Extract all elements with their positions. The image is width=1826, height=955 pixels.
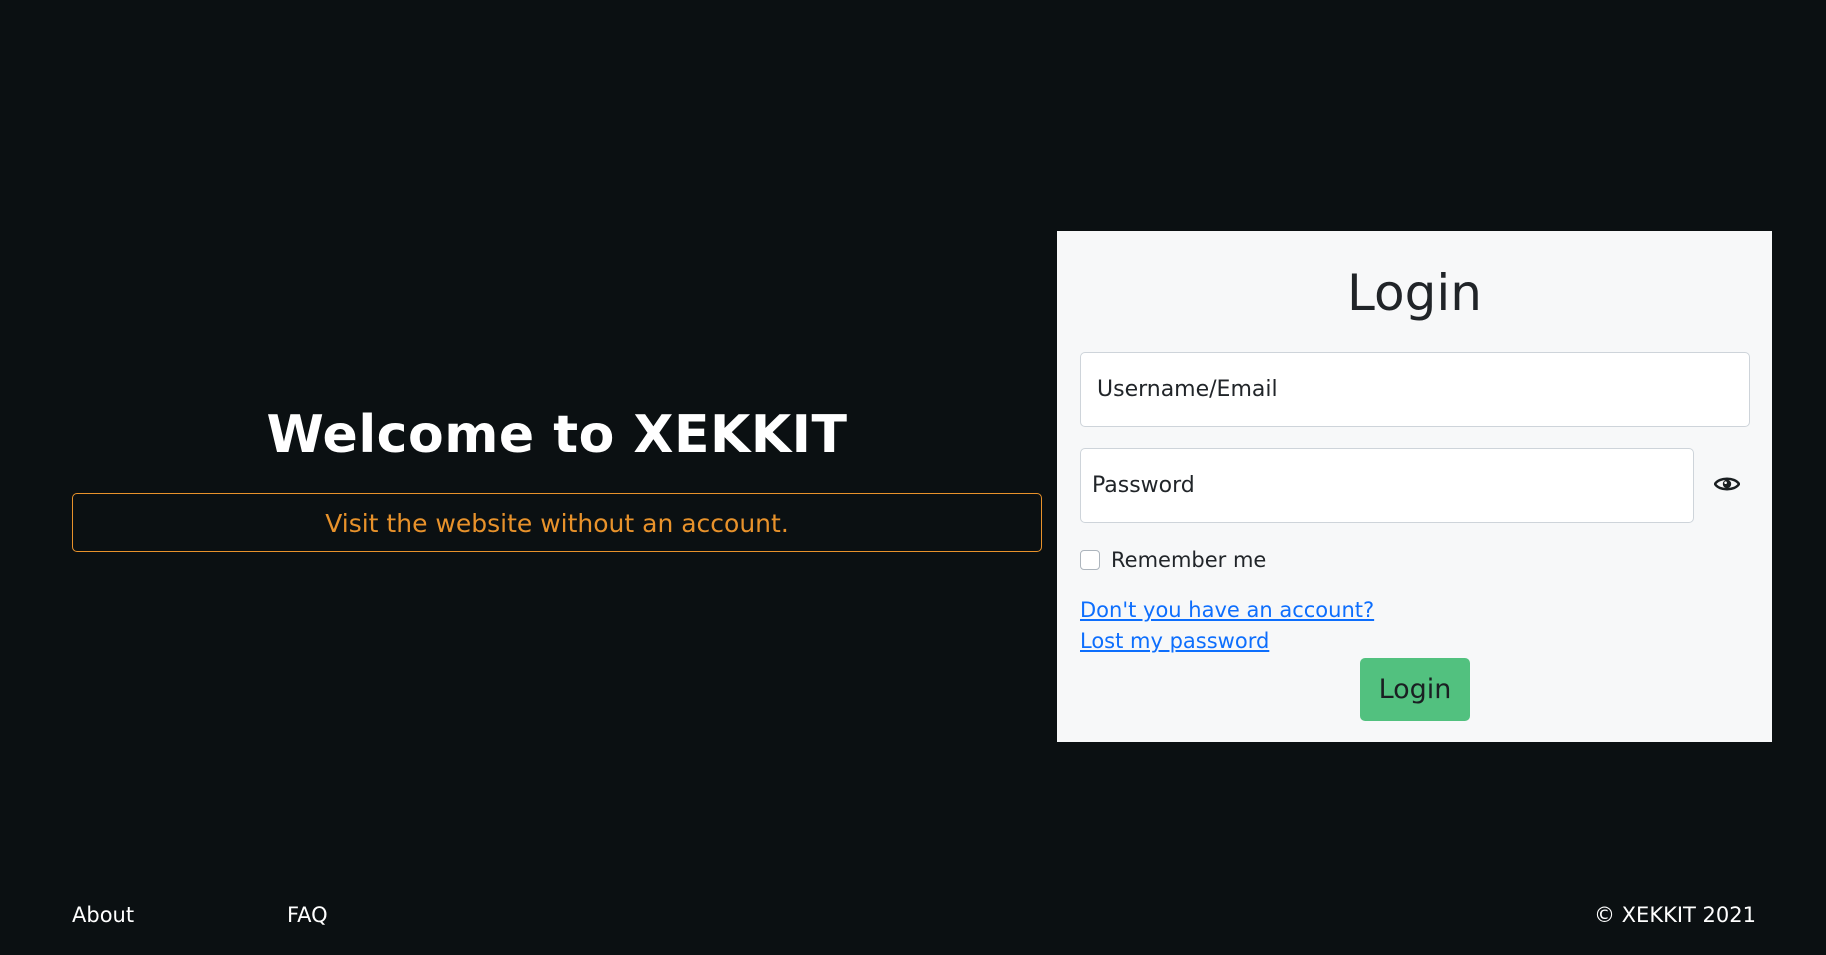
eye-icon-svg	[1713, 477, 1741, 491]
login-panel: Login Remember me Don't you have an acco…	[1057, 231, 1772, 742]
remember-me-label[interactable]: Remember me	[1111, 548, 1266, 572]
remember-me-checkbox[interactable]	[1080, 550, 1100, 570]
hero-title: Welcome to XEKKIT	[266, 405, 848, 465]
eye-icon[interactable]	[1713, 474, 1741, 494]
login-title: Login	[1347, 264, 1482, 322]
visit-without-account-button[interactable]: Visit the website without an account.	[72, 493, 1042, 552]
footer-about-link[interactable]: About	[72, 903, 134, 927]
register-link[interactable]: Don't you have an account?	[1080, 596, 1374, 624]
lost-password-link[interactable]: Lost my password	[1080, 627, 1269, 655]
footer-faq-link[interactable]: FAQ	[287, 903, 328, 927]
hero-section: Welcome to XEKKIT Visit the website with…	[72, 395, 1042, 552]
remember-me-row: Remember me	[1080, 545, 1266, 575]
footer-copyright: © XEKKIT 2021	[1593, 903, 1756, 927]
username-input[interactable]	[1080, 352, 1750, 427]
password-input[interactable]	[1080, 448, 1694, 523]
login-button[interactable]: Login	[1360, 658, 1470, 721]
